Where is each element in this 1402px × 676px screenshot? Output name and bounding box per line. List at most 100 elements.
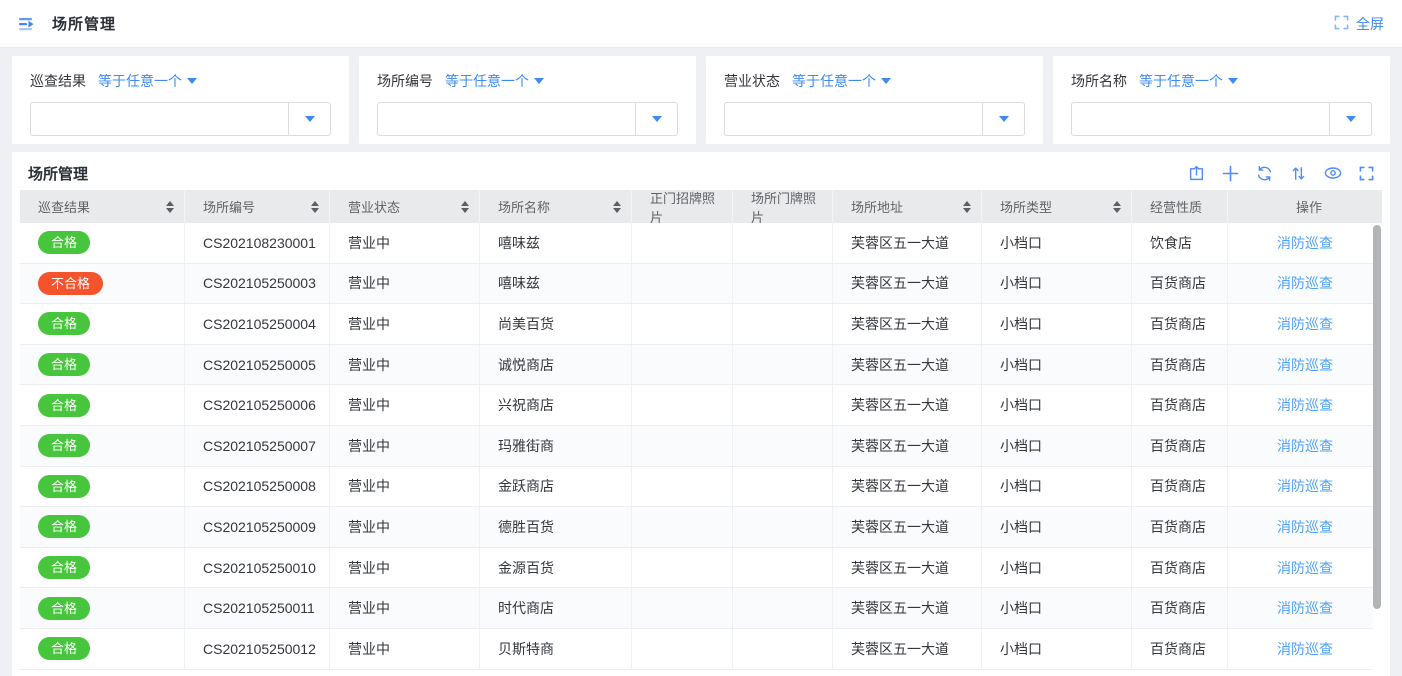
table-cell-name: 兴祝商店 xyxy=(480,385,632,425)
fire-inspection-link[interactable]: 消防巡查 xyxy=(1277,558,1333,578)
eye-icon[interactable] xyxy=(1324,165,1342,181)
column-header: 经营性质 xyxy=(1132,190,1228,223)
fire-inspection-link[interactable]: 消防巡查 xyxy=(1277,395,1333,415)
table-cell-result: 合格 xyxy=(20,223,185,263)
filter-value-input[interactable] xyxy=(1072,103,1329,135)
column-header[interactable]: 场所编号 xyxy=(185,190,330,223)
table-cell-type: 小档口 xyxy=(982,548,1132,588)
table-cell-front_sign_photo xyxy=(632,629,733,669)
table-cell-code: CS202105250008 xyxy=(185,467,330,507)
table-fullscreen-icon[interactable] xyxy=(1359,166,1374,181)
filter-condition-dropdown[interactable]: 等于任意一个 xyxy=(1139,71,1238,91)
fire-inspection-link[interactable]: 消防巡查 xyxy=(1277,273,1333,293)
filter-select-arrow[interactable] xyxy=(288,103,330,135)
table-cell-action: 消防巡查 xyxy=(1228,385,1382,425)
fire-inspection-link[interactable]: 消防巡查 xyxy=(1277,314,1333,334)
inspection-result-badge: 合格 xyxy=(38,353,90,376)
filter-select[interactable] xyxy=(30,102,331,136)
column-header-label: 巡查结果 xyxy=(38,197,162,216)
sort-caret-icon[interactable] xyxy=(166,201,174,213)
table-cell-nature: 百货商店 xyxy=(1132,385,1228,425)
table-cell-address: 芙蓉区五一大道 xyxy=(833,588,982,628)
filter-value-input[interactable] xyxy=(725,103,982,135)
sort-caret-icon[interactable] xyxy=(613,201,621,213)
column-header[interactable]: 营业状态 xyxy=(330,190,480,223)
filter-select-arrow[interactable] xyxy=(1329,103,1371,135)
fire-inspection-link[interactable]: 消防巡查 xyxy=(1277,233,1333,253)
column-header[interactable]: 场所类型 xyxy=(982,190,1132,223)
filter-value-input[interactable] xyxy=(378,103,635,135)
table-row: 合格CS202105250010营业中金源百货芙蓉区五一大道小档口百货商店消防巡… xyxy=(20,548,1382,589)
table-cell-address: 芙蓉区五一大道 xyxy=(833,385,982,425)
table-cell-address: 芙蓉区五一大道 xyxy=(833,345,982,385)
table-cell-front_sign_photo xyxy=(632,345,733,385)
filter-condition-dropdown[interactable]: 等于任意一个 xyxy=(792,71,891,91)
column-header[interactable]: 场所地址 xyxy=(833,190,982,223)
topbar: 场所管理 全屏 xyxy=(0,0,1402,48)
table-cell-type: 小档口 xyxy=(982,507,1132,547)
filter-select[interactable] xyxy=(724,102,1025,136)
sort-caret-icon[interactable] xyxy=(963,201,971,213)
sort-caret-icon[interactable] xyxy=(1113,201,1121,213)
table-cell-name: 嘻味兹 xyxy=(480,264,632,304)
table-cell-result: 合格 xyxy=(20,588,185,628)
data-table: 巡查结果 场所编号 营业状态 场所名称 正门招牌照片 场所门牌照片 场所地址 xyxy=(20,190,1382,670)
inspection-result-badge: 合格 xyxy=(38,637,90,660)
fire-inspection-link[interactable]: 消防巡查 xyxy=(1277,639,1333,659)
filter-condition-dropdown[interactable]: 等于任意一个 xyxy=(98,71,197,91)
filter-card: 营业状态 等于任意一个 xyxy=(706,56,1043,144)
chevron-down-icon xyxy=(1228,78,1238,84)
table-cell-front_sign_photo xyxy=(632,385,733,425)
inspection-result-badge: 合格 xyxy=(38,597,90,620)
fire-inspection-link[interactable]: 消防巡查 xyxy=(1277,517,1333,537)
table-cell-door_plate_photo xyxy=(733,223,833,263)
page-fullscreen-button[interactable]: 全屏 xyxy=(1334,14,1384,34)
fire-inspection-link[interactable]: 消防巡查 xyxy=(1277,598,1333,618)
column-header[interactable]: 场所名称 xyxy=(480,190,632,223)
filter-value-input[interactable] xyxy=(31,103,288,135)
sort-icon[interactable] xyxy=(1290,165,1307,182)
fire-inspection-link[interactable]: 消防巡查 xyxy=(1277,355,1333,375)
inspection-result-badge: 合格 xyxy=(38,312,90,335)
filter-condition-dropdown[interactable]: 等于任意一个 xyxy=(445,71,544,91)
table-cell-code: CS202105250004 xyxy=(185,304,330,344)
table-cell-nature: 百货商店 xyxy=(1132,629,1228,669)
table-cell-name: 德胜百货 xyxy=(480,507,632,547)
chevron-down-icon xyxy=(1346,116,1356,122)
table-cell-result: 合格 xyxy=(20,426,185,466)
filter-select[interactable] xyxy=(377,102,678,136)
fire-inspection-link[interactable]: 消防巡查 xyxy=(1277,476,1333,496)
column-header[interactable]: 巡查结果 xyxy=(20,190,185,223)
refresh-icon[interactable] xyxy=(1256,165,1273,182)
menu-collapse-icon[interactable] xyxy=(18,15,38,33)
table-scrollbar[interactable] xyxy=(1373,223,1382,670)
filter-select[interactable] xyxy=(1071,102,1372,136)
table-cell-action: 消防巡查 xyxy=(1228,264,1382,304)
table-cell-code: CS202105250009 xyxy=(185,507,330,547)
table-cell-type: 小档口 xyxy=(982,588,1132,628)
scrollbar-thumb[interactable] xyxy=(1373,225,1381,609)
table-cell-result: 不合格 xyxy=(20,264,185,304)
table-cell-status: 营业中 xyxy=(330,223,480,263)
chevron-down-icon xyxy=(305,116,315,122)
sort-caret-icon[interactable] xyxy=(311,201,319,213)
sort-caret-icon[interactable] xyxy=(461,201,469,213)
table-cell-name: 金跃商店 xyxy=(480,467,632,507)
fullscreen-label: 全屏 xyxy=(1356,14,1384,34)
export-icon[interactable] xyxy=(1188,165,1205,182)
fire-inspection-link[interactable]: 消防巡查 xyxy=(1277,436,1333,456)
column-header-label: 经营性质 xyxy=(1150,197,1217,216)
column-header: 场所门牌照片 xyxy=(733,190,833,223)
chevron-down-icon xyxy=(652,116,662,122)
table-cell-nature: 饮食店 xyxy=(1132,223,1228,263)
table-cell-door_plate_photo xyxy=(733,588,833,628)
table-cell-address: 芙蓉区五一大道 xyxy=(833,507,982,547)
inspection-result-badge: 不合格 xyxy=(38,272,103,295)
table-cell-action: 消防巡查 xyxy=(1228,507,1382,547)
column-header-label: 场所类型 xyxy=(1000,197,1109,216)
chevron-down-icon xyxy=(534,78,544,84)
filter-select-arrow[interactable] xyxy=(982,103,1024,135)
filter-select-arrow[interactable] xyxy=(635,103,677,135)
table-row: 合格CS202105250005营业中诚悦商店芙蓉区五一大道小档口百货商店消防巡… xyxy=(20,345,1382,386)
add-icon[interactable] xyxy=(1222,165,1239,182)
